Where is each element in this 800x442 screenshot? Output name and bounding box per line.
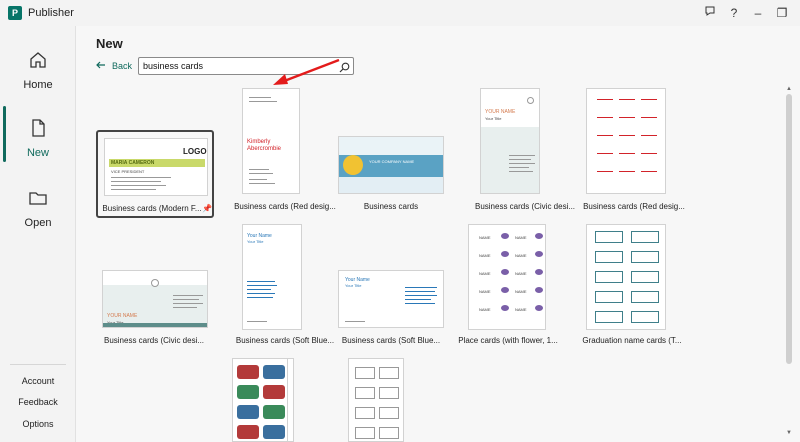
flower-icon [501, 305, 509, 311]
flower-icon [501, 233, 509, 239]
thumb-name-last: Abercrombie [247, 146, 282, 152]
flower-icon [501, 287, 509, 293]
template-tile[interactable]: NAME NAME NAME NAME NAME NAME NAME NAME … [458, 224, 586, 350]
thumb-civic-title: Your Title [485, 116, 502, 121]
template-thumbnail: Kimberly Abercrombie [242, 88, 300, 194]
thumb-role: VICE PRESIDENT [111, 169, 145, 174]
sidebar-item-options[interactable]: Options [0, 419, 76, 429]
template-tile[interactable]: Your Name Your Title Business cards (Sof… [230, 224, 340, 350]
thumb-place-name: NAME [479, 271, 491, 276]
template-tile[interactable]: Business cards (Red desig... [580, 88, 688, 218]
home-icon [30, 52, 46, 68]
template-tile[interactable]: Kimberly Abercrombie Business cards (Red… [230, 88, 340, 218]
template-thumbnail [586, 224, 666, 330]
main-panel: New Back business cards [76, 26, 800, 442]
sidebar-divider [10, 364, 66, 365]
thumb-place-name: NAME [479, 307, 491, 312]
template-caption: Business cards (Civic desi... [103, 336, 205, 345]
app-title: Publisher [28, 7, 74, 19]
page-title: New [96, 36, 123, 51]
template-caption: Business cards (Soft Blue... [341, 336, 441, 345]
template-thumbnail [232, 358, 288, 442]
template-caption: Graduation name cards (T... [582, 336, 682, 345]
template-tile[interactable]: Your Name Your Title Business cards (Sof… [334, 268, 448, 350]
thumb-place-name: NAME [479, 289, 491, 294]
template-tile[interactable] [348, 358, 408, 442]
template-caption: Business cards (Red desig... [234, 202, 336, 211]
scrollbar-thumb[interactable] [786, 94, 792, 364]
help-button[interactable]: ? [724, 4, 744, 22]
template-tile[interactable]: YOUR NAME Your Title Business cards (Civ… [470, 88, 580, 218]
thumb-civic-name: YOUR NAME [485, 109, 516, 115]
back-label: Back [112, 61, 133, 71]
thumb-soft-title: Your Title [247, 239, 264, 244]
thumb-place-name: NAME [515, 253, 527, 258]
thumb-place-name: NAME [479, 253, 491, 258]
template-thumbnail: Your Name Your Title [338, 270, 444, 328]
minimize-button[interactable]: – [748, 4, 768, 22]
template-caption: Business cards (Civic desi... [474, 202, 576, 211]
template-tile[interactable] [232, 358, 292, 442]
pin-icon[interactable]: 📌 [202, 204, 212, 213]
flower-icon [501, 269, 509, 275]
sidebar-item-feedback[interactable]: Feedback [0, 397, 76, 407]
template-tile[interactable]: Graduation name cards (T... [580, 224, 686, 350]
coauthor-icon[interactable] [700, 4, 720, 22]
template-thumbnail: LOGO MARIA CAMERON VICE PRESIDENT [104, 138, 208, 196]
red-arrow-annotation [273, 59, 340, 85]
sidebar-open-label: Open [24, 217, 52, 229]
back-arrow-icon [96, 61, 106, 71]
flower-icon [535, 251, 543, 257]
thumb-company: YOUR COMPANY NAME [369, 159, 415, 164]
thumb-place-name: NAME [515, 235, 527, 240]
thumb-place-name: NAME [515, 307, 527, 312]
globe-icon [343, 155, 363, 175]
flower-icon [535, 233, 543, 239]
scroll-down-icon[interactable]: ▼ [786, 430, 792, 436]
sidebar-item-open[interactable]: Open [0, 176, 76, 236]
flower-icon [535, 269, 543, 275]
sidebar-item-home[interactable]: Home [0, 38, 76, 98]
template-caption: Place cards (with flower, 1... [458, 336, 558, 345]
publisher-logo-icon: P [8, 6, 22, 20]
folder-icon [29, 192, 47, 205]
sidebar-item-new[interactable]: New [0, 106, 76, 166]
thumb-logo: LOGO [183, 147, 207, 156]
thumb-place-name: NAME [515, 289, 527, 294]
thumb-name-first: Kimberly [247, 139, 271, 145]
thumb-soft-title: Your Title [345, 283, 362, 288]
template-thumbnail [348, 358, 404, 442]
thumb-place-name: NAME [515, 271, 527, 276]
search-value: business cards [143, 61, 204, 71]
template-tile[interactable]: LOGO MARIA CAMERON VICE PRESIDENT Busine… [96, 130, 214, 218]
new-document-icon [32, 119, 45, 137]
thumb-place-name: NAME [479, 235, 491, 240]
template-caption: Business cards [363, 202, 419, 211]
title-bar: P Publisher ? – ❐ [0, 0, 800, 26]
template-thumbnail: YOUR NAME Your Title [480, 88, 540, 194]
thumb-name: MARIA CAMERON [111, 160, 155, 166]
back-button[interactable]: Back [96, 61, 132, 71]
sidebar-home-label: Home [23, 79, 53, 91]
template-thumbnail: Your Name Your Title [242, 224, 302, 330]
backstage-sidebar: Home New Open Account Feedback Options [0, 26, 76, 442]
restore-button[interactable]: ❐ [772, 4, 792, 22]
sidebar-new-label: New [26, 147, 49, 159]
template-caption: Business cards (Red desig... [583, 202, 685, 211]
template-tile[interactable]: YOUR COMPANY NAME Business cards [334, 130, 448, 218]
flower-icon [501, 251, 509, 257]
scroll-up-icon[interactable]: ▲ [786, 86, 792, 92]
template-caption: Business cards (Soft Blue... [235, 336, 335, 345]
sidebar-item-account[interactable]: Account [0, 376, 76, 386]
template-thumbnail: NAME NAME NAME NAME NAME NAME NAME NAME … [468, 224, 546, 330]
template-tile[interactable]: YOUR NAME Your Title Business cards (Civ… [96, 268, 212, 350]
flower-icon [535, 305, 543, 311]
flower-icon [535, 287, 543, 293]
template-caption: Business cards (Modern F... [102, 204, 202, 213]
thumb-civic-name: YOUR NAME [107, 313, 138, 319]
template-thumbnail: YOUR NAME Your Title [102, 270, 208, 328]
template-thumbnail: YOUR COMPANY NAME [338, 136, 444, 194]
template-thumbnail [586, 88, 666, 194]
